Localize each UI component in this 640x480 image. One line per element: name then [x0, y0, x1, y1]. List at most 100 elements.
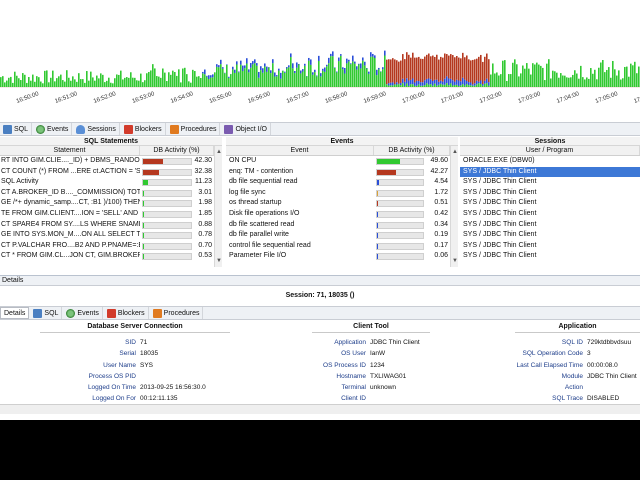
event-row[interactable]: Parameter File I/O 0.06	[226, 251, 458, 262]
sql-row[interactable]: SQL Activity 11.23	[0, 177, 222, 188]
event-row[interactable]: ON CPU 49.60	[226, 156, 458, 167]
activity-bar	[142, 242, 192, 250]
sql-col-statement[interactable]: Statement	[0, 146, 140, 155]
activity-bar	[376, 168, 424, 176]
divider	[40, 332, 230, 333]
tab-sessions[interactable]: Sessions	[73, 123, 120, 135]
sql-row[interactable]: RT INTO GIM.CLIE...._ID) + DBMS_RANDOM. 4…	[0, 156, 222, 167]
cpu-activity-bar	[322, 70, 324, 87]
sql-row[interactable]: CT SPARE4 FROM SY....LS WHERE SNAME = :B…	[0, 220, 222, 231]
io-activity-bar	[396, 82, 398, 85]
details-horizontal-scrollbar[interactable]	[0, 404, 640, 414]
activity-timeline-chart[interactable]: 16:50:00 16:51:00 16:52:00 16:53:00 16:54:00…	[0, 0, 640, 122]
tab-details-events[interactable]: Events	[63, 307, 103, 319]
session-row[interactable]: SYS / JDBC Thin Client	[460, 209, 640, 220]
cpu-activity-bar	[412, 84, 414, 87]
tab-object-io[interactable]: Object I/O	[221, 123, 271, 135]
wait-activity-bar	[430, 56, 432, 80]
tab-details[interactable]: Details	[0, 307, 30, 319]
tab-details-sql[interactable]: SQL	[30, 307, 63, 319]
session-row[interactable]: SYS / JDBC Thin Client	[460, 230, 640, 241]
activity-bar-fill	[377, 254, 378, 260]
event-row[interactable]: db file parallel write 0.19	[226, 230, 458, 241]
procedures-icon	[152, 308, 162, 318]
sql-col-activity[interactable]: DB Activity (%)	[140, 146, 214, 155]
io-activity-bar	[456, 79, 458, 85]
time-tick-label: 17:05:00	[595, 91, 620, 105]
sql-activity-bar-cell	[140, 198, 192, 209]
cpu-activity-bar	[150, 70, 152, 87]
sql-row[interactable]: CT COUNT (*) FROM ...ERE ct.ACTION = 'SE…	[0, 167, 222, 178]
sql-row[interactable]: CT A.BROKER_ID B...._COMMISSION) TOTAL_ 3…	[0, 188, 222, 199]
events-col-event[interactable]: Event	[226, 146, 374, 155]
wait-activity-bar	[444, 53, 446, 79]
cpu-activity-bar	[226, 64, 228, 87]
events-scrollbar[interactable]: ▲ ▼	[450, 146, 458, 267]
blockers-icon	[106, 308, 116, 318]
event-row[interactable]: log file sync 1.72	[226, 188, 458, 199]
detail-field-value: JDBC Thin Client	[370, 339, 420, 346]
tab-blockers[interactable]: Blockers	[121, 123, 166, 135]
tab-procedures[interactable]: Procedures	[167, 123, 221, 135]
cpu-activity-bar	[84, 82, 86, 87]
cpu-activity-bar	[328, 63, 330, 87]
cpu-activity-bar	[320, 76, 322, 87]
session-row[interactable]: SYS / JDBC Thin Client	[460, 198, 640, 209]
sql-row[interactable]: CT P.VALCHAR FRO....B2 AND P.PNAME=:B1 0.…	[0, 241, 222, 252]
session-row[interactable]: SYS / JDBC Thin Client	[460, 251, 640, 262]
cpu-activity-bar	[186, 74, 188, 87]
sql-row[interactable]: CT * FROM GIM.CL...JON CT, GIM.BROKER B 0…	[0, 251, 222, 262]
activity-bar	[376, 253, 424, 261]
event-row[interactable]: db file sequential read 4.54	[226, 177, 458, 188]
sql-row[interactable]: GE INTO SYS.MON_M....ON ALL SELECT T.OBJ…	[0, 230, 222, 241]
session-row[interactable]: ORACLE.EXE (DBW0)	[460, 156, 640, 167]
session-row[interactable]: SYS / JDBC Thin Client	[460, 177, 640, 188]
event-row[interactable]: Disk file operations I/O 0.42	[226, 209, 458, 220]
scroll-up-icon[interactable]: ▲	[451, 148, 459, 156]
io-activity-bar	[300, 70, 302, 74]
event-row[interactable]: db file scattered read 0.34	[226, 220, 458, 231]
sessions-col-user[interactable]: User / Program	[460, 146, 640, 155]
io-activity-bar	[248, 69, 250, 73]
events-col-activity[interactable]: DB Activity (%)	[374, 146, 450, 155]
cpu-activity-bar	[356, 69, 358, 87]
tab-events[interactable]: Events	[33, 123, 73, 135]
io-activity-bar	[434, 79, 436, 84]
sql-scrollbar[interactable]: ▲ ▼	[214, 146, 222, 267]
event-row[interactable]: os thread startup 0.51	[226, 198, 458, 209]
activity-timeline-svg[interactable]: 16:50:00 16:51:00 16:52:00 16:53:00 16:54:00…	[0, 0, 640, 110]
io-activity-bar	[374, 55, 376, 58]
tab-details-blockers[interactable]: Blockers	[104, 307, 149, 319]
detail-field-label: SQL Operation Code	[522, 350, 583, 358]
session-row[interactable]: SYS / JDBC Thin Client	[460, 220, 640, 231]
detail-field: User Name SYS	[0, 360, 250, 371]
scroll-up-icon[interactable]: ▲	[215, 148, 223, 156]
sql-row[interactable]: TE FROM GIM.CLIENT....ION = 'SELL' AND L…	[0, 209, 222, 220]
session-row[interactable]: SYS / JDBC Thin Client	[460, 166, 640, 178]
sql-row[interactable]: GE /*+ dynamic_samp....CT, :B1 )/100) TH…	[0, 198, 222, 209]
wait-activity-bar	[420, 58, 422, 83]
cpu-activity-bar	[306, 76, 308, 87]
tab-sql[interactable]: SQL	[0, 123, 33, 135]
detail-field-value: TXLIWAG01	[370, 372, 407, 380]
wait-activity-bar	[466, 55, 468, 81]
cpu-activity-bar	[538, 64, 540, 87]
cpu-activity-bar	[278, 70, 280, 87]
io-activity-bar	[242, 65, 244, 72]
activity-bar	[142, 158, 192, 165]
sql-statement-cell: CT P.VALCHAR FRO....B2 AND P.PNAME=:B1	[1, 241, 140, 249]
scroll-down-icon[interactable]: ▼	[451, 257, 459, 265]
cpu-activity-bar	[14, 71, 16, 87]
session-row[interactable]: SYS / JDBC Thin Client	[460, 188, 640, 199]
activity-bar-fill	[377, 233, 378, 239]
event-row[interactable]: enq: TM - contention 42.27	[226, 167, 458, 178]
cpu-activity-bar	[296, 67, 298, 87]
session-user-program: ORACLE.EXE (DBW0)	[463, 157, 535, 164]
event-row[interactable]: control file sequential read 0.17	[226, 241, 458, 252]
tab-details-procedures[interactable]: Procedures	[150, 307, 204, 319]
scroll-down-icon[interactable]: ▼	[215, 257, 223, 265]
io-activity-bar	[322, 68, 324, 71]
session-row[interactable]: SYS / JDBC Thin Client	[460, 241, 640, 252]
io-activity-bar	[336, 71, 338, 73]
cpu-activity-bar	[132, 77, 134, 87]
